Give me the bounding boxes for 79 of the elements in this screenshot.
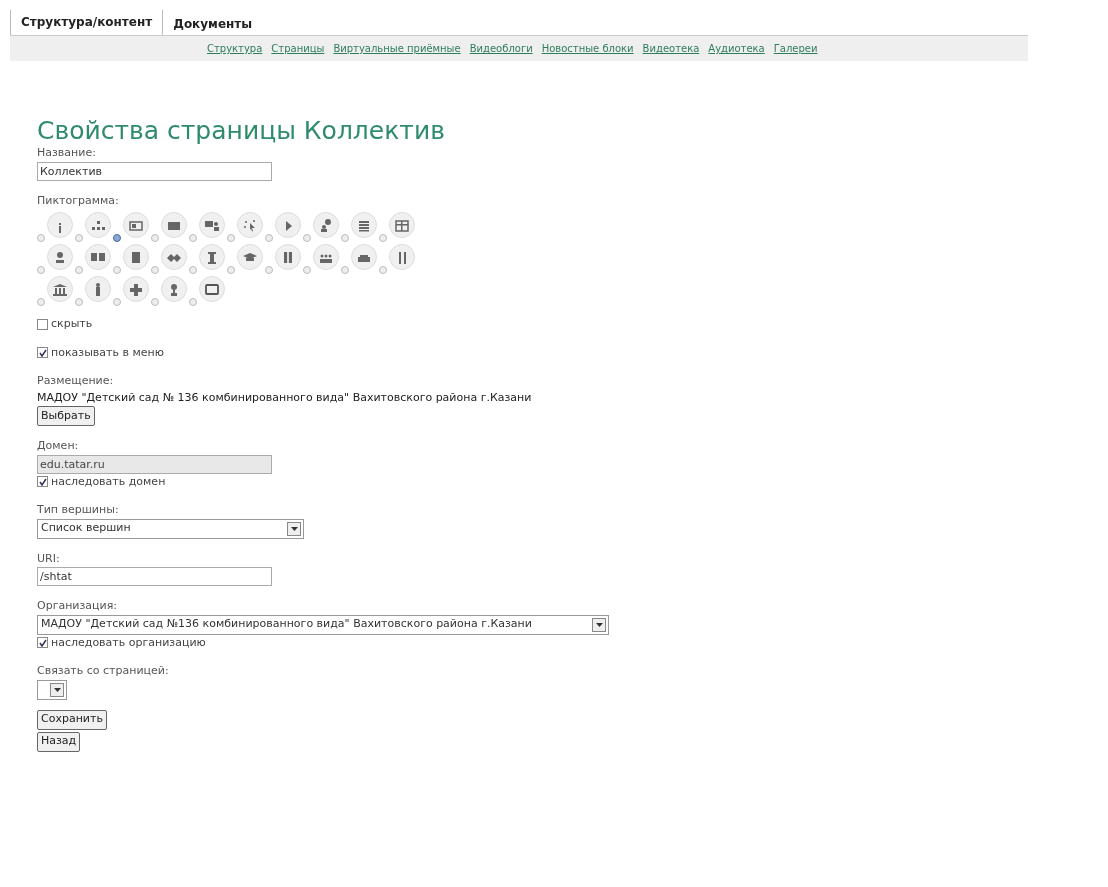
nav-link[interactable]: Аудиотека: [708, 41, 765, 56]
radio-button[interactable]: [341, 234, 349, 242]
tv-icon: [199, 276, 225, 302]
radio-button[interactable]: [189, 298, 197, 306]
field-label: Организация:: [37, 598, 118, 614]
cross-icon: [123, 276, 149, 302]
field-label: Тип вершины:: [37, 502, 119, 518]
dropdown[interactable]: МАДОУ "Детский сад №136 комбинированного вида" Вахитовского района г.Казани: [37, 614, 609, 635]
button[interactable]: Сохранить: [37, 709, 107, 730]
field-label: Размещение:: [37, 373, 114, 389]
list-icon: [351, 212, 377, 238]
radio-button[interactable]: [113, 266, 121, 274]
checkbox-label: показывать в меню: [51, 344, 164, 361]
nav-link[interactable]: Виртуальные приёмные: [333, 41, 461, 56]
checkbox-label: наследовать организацию: [51, 634, 206, 651]
radio-button[interactable]: [379, 234, 387, 242]
radio-button[interactable]: [265, 266, 273, 274]
caret-icon: [595, 622, 603, 627]
field-label: URI:: [37, 550, 60, 567]
radio-button[interactable]: [113, 234, 121, 242]
column-icon: [199, 244, 225, 270]
radio-button[interactable]: [37, 234, 45, 242]
group-icon: [313, 244, 339, 270]
radio-button[interactable]: [151, 298, 159, 306]
placement-text: МАДОУ "Детский сад № 136 комбинированного вида" Вахитовского района г.Казани: [37, 389, 532, 406]
page-title: Свойства страницы Коллектив: [37, 117, 445, 145]
radio-button[interactable]: [37, 266, 45, 274]
radio-button[interactable]: [303, 234, 311, 242]
radio-button[interactable]: [379, 266, 387, 274]
radio-button[interactable]: [151, 266, 159, 274]
nav-link[interactable]: Структура: [207, 41, 263, 56]
checkbox[interactable]: [37, 318, 48, 330]
radio-button[interactable]: [227, 266, 235, 274]
caret-icon: [290, 526, 298, 531]
caret-icon: [53, 687, 61, 692]
radio-button[interactable]: [37, 298, 45, 306]
hierarchy-icon: [85, 212, 111, 238]
radio-button[interactable]: [189, 266, 197, 274]
radio-button[interactable]: [75, 298, 83, 306]
button[interactable]: Назад: [37, 731, 81, 752]
nav-link[interactable]: Страницы: [271, 41, 325, 56]
screen-icon: [161, 212, 187, 238]
radio-button[interactable]: [341, 266, 349, 274]
checkbox-label: скрыть: [51, 316, 93, 332]
window-icon: [123, 212, 149, 238]
play-icon: [275, 212, 301, 238]
tab[interactable]: Документы: [163, 12, 263, 35]
checkbox[interactable]: [37, 637, 48, 649]
checkbox[interactable]: [37, 347, 48, 359]
input-field[interactable]: /shtat: [37, 567, 272, 586]
nav-link[interactable]: Новостные блоки: [541, 41, 634, 56]
museum-icon: [47, 276, 73, 302]
field-label: Пиктограмма:: [37, 192, 119, 209]
dropdown[interactable]: [37, 679, 67, 700]
nav-link[interactable]: Галереи: [773, 41, 818, 56]
cursor-icon: [237, 212, 263, 238]
graduation-cap-icon: [237, 244, 263, 270]
radio-button[interactable]: [189, 234, 197, 242]
table-icon: [389, 212, 415, 238]
field-label: Название:: [37, 145, 96, 161]
field-label: Связать со страницей:: [37, 663, 169, 679]
button[interactable]: Выбрать: [37, 406, 95, 426]
radio-button[interactable]: [151, 234, 159, 242]
input-field[interactable]: Коллектив: [37, 161, 272, 181]
checkbox-label: наследовать домен: [51, 473, 166, 490]
radio-button[interactable]: [75, 266, 83, 274]
monitors-icon: [85, 244, 111, 270]
radio-button[interactable]: [265, 234, 273, 242]
radio-button[interactable]: [303, 266, 311, 274]
dropdown[interactable]: Список вершин: [37, 518, 304, 539]
info-icon: [47, 212, 73, 238]
radio-button[interactable]: [113, 298, 121, 306]
radio-button[interactable]: [75, 234, 83, 242]
nav-link[interactable]: Видеоблоги: [469, 41, 533, 56]
document-icon: [123, 244, 149, 270]
computer-user-icon: [199, 212, 225, 238]
nav-link[interactable]: Видеотека: [642, 41, 700, 56]
radio-button[interactable]: [227, 234, 235, 242]
field-label: Домен:: [37, 438, 79, 454]
